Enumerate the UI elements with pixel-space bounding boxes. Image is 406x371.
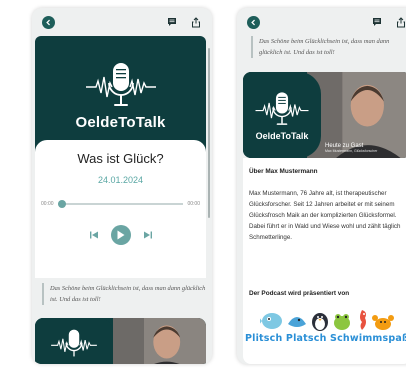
- back-button[interactable]: [247, 15, 260, 29]
- episode-screen: OeldeToTalk Was ist Glück? 24.01.2024 00…: [32, 8, 212, 364]
- episode-quote: Das Schöne beim Glücklichsein ist, dass …: [251, 36, 406, 58]
- progress-handle[interactable]: [57, 200, 66, 208]
- share-button[interactable]: [190, 16, 202, 28]
- skip-forward-button[interactable]: [143, 230, 153, 240]
- penguin-mascot-icon: [312, 313, 328, 331]
- chevron-left-icon: [251, 19, 255, 25]
- episode-quote: Das Schöne beim Glücklichsein ist, dass …: [42, 283, 206, 305]
- podcast-logo: OeldeToTalk: [243, 72, 321, 158]
- guest-photo: [113, 318, 206, 364]
- guest-caption: Heute zu Gast Max Mustermann, Glücksfors…: [325, 143, 377, 153]
- fish-mascot-icon: [260, 313, 282, 329]
- episode-title: Was ist Glück?: [77, 151, 164, 166]
- guest-banner-preview[interactable]: [35, 318, 206, 364]
- scrollbar[interactable]: [208, 48, 210, 218]
- brand-name: OeldeToTalk: [75, 114, 166, 131]
- about-text: Max Mustermann, 76 Jahre alt, ist therap…: [249, 190, 401, 241]
- sponsor-logo[interactable]: Plitsch Platsch Schwimmspaß: [243, 306, 406, 344]
- brand-name: OeldeToTalk: [255, 131, 309, 141]
- frog-mascot-icon: [334, 314, 350, 330]
- skip-back-button[interactable]: [89, 230, 99, 240]
- progress-row: 00:00 00:00: [41, 200, 200, 208]
- time-total: 00:00: [187, 201, 200, 207]
- about-guest-section: Über Max Mustermann Max Mustermann, 76 J…: [243, 158, 406, 364]
- skip-forward-icon: [143, 231, 152, 239]
- top-bar-actions: [371, 16, 406, 28]
- seahorse-mascot-icon: [360, 310, 366, 330]
- microphone-icon: [255, 92, 309, 125]
- podcast-hero: OeldeToTalk: [35, 36, 206, 154]
- microphone-icon: [84, 59, 158, 111]
- playback-controls: [35, 225, 206, 245]
- play-icon: [117, 230, 125, 240]
- chevron-left-icon: [46, 19, 50, 25]
- share-icon: [397, 16, 405, 27]
- share-icon: [192, 16, 200, 27]
- share-button[interactable]: [395, 16, 406, 28]
- guest-banner: OeldeToTalk Heute zu Gast Max Mustermann…: [243, 72, 406, 158]
- chat-button[interactable]: [371, 16, 383, 28]
- episode-date: 24.01.2024: [97, 175, 144, 185]
- sponsor-label: Der Podcast wird präsentiert von: [249, 290, 350, 297]
- sponsor-mascots: [260, 306, 394, 332]
- guest-caption-subtitle: Max Mustermann, Glücksforscher: [325, 149, 378, 153]
- about-heading: Über Max Mustermann: [249, 168, 318, 175]
- chat-icon: [168, 18, 176, 26]
- crab-mascot-icon: [372, 315, 394, 330]
- chat-icon: [373, 18, 381, 26]
- shark-mascot-icon: [288, 317, 306, 327]
- episode-card: Was ist Glück? 24.01.2024 00:00 00:00: [35, 140, 206, 278]
- podcast-logo: [35, 318, 113, 364]
- top-bar: [32, 8, 212, 36]
- time-elapsed: 00:00: [41, 201, 54, 207]
- play-button[interactable]: [110, 225, 131, 245]
- sponsor-name: Plitsch Platsch Schwimmspaß: [244, 333, 406, 344]
- guest-photo: Heute zu Gast Max Mustermann, Glücksfors…: [307, 72, 406, 158]
- episode-detail-screen: Das Schöne beim Glücklichsein ist, dass …: [237, 8, 406, 364]
- progress-slider[interactable]: [57, 200, 184, 208]
- chat-button[interactable]: [166, 16, 178, 28]
- top-bar-actions: [166, 16, 202, 28]
- back-button[interactable]: [42, 15, 55, 29]
- top-bar: [237, 8, 406, 36]
- microphone-icon: [51, 329, 97, 357]
- skip-back-icon: [89, 231, 98, 239]
